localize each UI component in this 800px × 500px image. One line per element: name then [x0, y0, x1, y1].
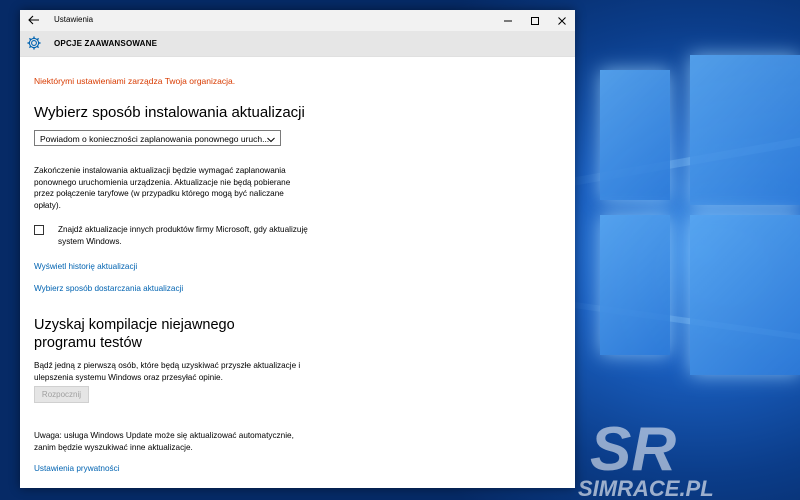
maximize-icon[interactable] [522, 10, 548, 31]
update-note: Uwaga: usługa Windows Update może się ak… [34, 431, 294, 452]
arrow-left-icon[interactable] [26, 12, 42, 28]
start-button[interactable]: Rozpocznij [34, 386, 89, 403]
settings-window: Ustawienia OPCJE ZAAWANSOWANE Niektórymi… [20, 10, 575, 488]
chevron-down-icon [267, 135, 275, 143]
close-icon[interactable] [549, 10, 575, 31]
microsoft-updates-label: Znajdź aktualizacje innych produktów fir… [58, 225, 308, 246]
organization-notice: Niektórymi ustawieniami zarządza Twoja o… [34, 76, 236, 86]
minimize-icon[interactable] [495, 10, 521, 31]
watermark-logo: SR [590, 415, 676, 484]
privacy-settings-link[interactable]: Ustawienia prywatności [34, 464, 120, 473]
microsoft-updates-checkbox[interactable] [34, 225, 44, 235]
windows-logo-pane-top-right [690, 55, 800, 205]
gear-icon [26, 35, 42, 51]
update-history-link[interactable]: Wyświetl historię aktualizacji [34, 262, 137, 271]
install-description: Zakończenie instalowania aktualizacji bę… [34, 166, 291, 210]
insider-description: Bądź jedną z pierwszą osób, które będą u… [34, 361, 301, 382]
windows-logo-pane-bottom-left [600, 215, 670, 355]
title-bar: Ustawienia [20, 10, 575, 31]
install-method-dropdown[interactable]: Powiadom o konieczności zaplanowania pon… [34, 130, 281, 146]
page-title: OPCJE ZAAWANSOWANE [54, 39, 158, 48]
windows-logo-pane-top-left [600, 70, 670, 200]
page-header: OPCJE ZAAWANSOWANE [20, 31, 575, 57]
insider-heading: Uzyskaj kompilacje niejawnego programu t… [34, 317, 235, 351]
watermark-text: SIMRACE.PL [578, 476, 714, 500]
windows-logo-pane-bottom-right [690, 215, 800, 375]
window-title: Ustawienia [54, 15, 94, 24]
simrace-watermark: SR SIMRACE.PL [578, 415, 714, 500]
delivery-method-link[interactable]: Wybierz sposób dostarczania aktualizacji [34, 284, 183, 293]
install-heading: Wybierz sposób instalowania aktualizacji [34, 104, 305, 121]
dropdown-selected-value: Powiadom o konieczności zaplanowania pon… [40, 134, 270, 144]
